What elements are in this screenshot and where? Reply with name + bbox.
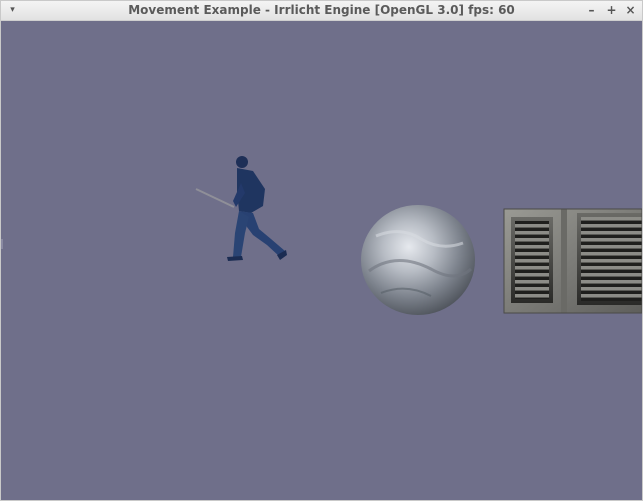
ninja-character [195,156,287,261]
render-viewport[interactable] [1,21,642,500]
ninja-left-leg [233,211,249,257]
title-bar[interactable]: ▾ Movement Example - Irrlicht Engine [Op… [1,1,642,21]
window-title: Movement Example - Irrlicht Engine [Open… [128,3,515,17]
maximize-icon[interactable]: + [603,2,620,19]
ninja-head [236,156,248,168]
ninja-sword [195,188,235,208]
minimize-icon[interactable]: – [583,2,600,19]
close-icon[interactable]: × [622,2,639,19]
app-window: ▾ Movement Example - Irrlicht Engine [Op… [0,0,643,501]
textured-cube [503,208,642,314]
3d-scene [195,156,642,315]
textured-sphere [361,205,475,315]
